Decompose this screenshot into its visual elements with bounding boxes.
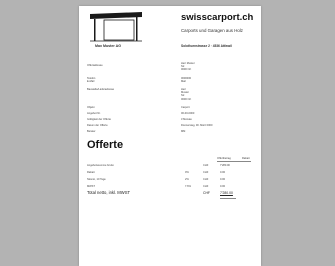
email-value: Mail <box>181 80 186 84</box>
customer-address: Herr Muster Str. 0000 Ort <box>181 62 195 72</box>
row-amount: 7'280.00 <box>220 164 230 167</box>
meta-label-object: Objekt <box>87 106 95 109</box>
customer-line: 0000 Ort <box>181 68 192 72</box>
row-label: Rabatt <box>87 171 95 174</box>
column-header-discount: Rabatt <box>242 157 250 160</box>
meta-label-validity: Gültigkeit der Offerte <box>87 118 111 121</box>
email-label: E-Mail <box>87 80 95 84</box>
page-title: Offerte <box>87 139 124 151</box>
delivery-address: Herr Muster Str. 0000 Ort <box>181 88 191 101</box>
meta-label-date: Datum der Offerte <box>87 124 108 127</box>
delivery-label: Baustelle/Lieferadresse <box>87 88 115 91</box>
row-rate: 7.6% <box>185 185 191 188</box>
brand-title: swisscarport.ch <box>181 12 254 23</box>
meta-value-validity: 3 Monate <box>181 118 192 121</box>
delivery-line: 0000 Ort <box>181 97 192 101</box>
meta-value-date: Donnerstag, 00. März 0000 <box>181 124 213 127</box>
meta-label-offer-number: Angebot Nr. <box>87 112 101 115</box>
meta-value-offer-number: 00-00-0000 <box>181 112 195 115</box>
row-amount: 0.00 <box>220 178 226 181</box>
document-page: Max Muster AG swisscarport.ch Carports u… <box>79 6 261 266</box>
company-name: Max Muster AG <box>95 44 122 48</box>
brand-tagline: Carports und Garagen aus Holz <box>181 28 243 33</box>
column-header-amount: Offertbetrag <box>217 157 231 160</box>
row-rate: 2% <box>185 178 189 181</box>
row-rate: 0% <box>185 171 189 174</box>
row-amount: 0.00 <box>220 171 226 174</box>
row-currency: CHF <box>203 171 209 174</box>
row-label: Angebotssumme brutto <box>87 164 114 167</box>
company-address: Solothurnstrasse 2 · 4536 Attiswil <box>181 44 232 48</box>
contact-labels: Telefon E-Mail <box>87 77 95 83</box>
total-currency: CHF <box>203 191 210 195</box>
meta-value-object: Carport <box>181 106 190 109</box>
customer-label: Offertadresse <box>87 64 103 67</box>
row-currency: CHF <box>203 185 209 188</box>
row-currency: CHF <box>203 178 209 181</box>
contact-values: 0000000 Mail <box>181 77 191 83</box>
meta-label-advisor: Berater <box>87 130 96 133</box>
header-divider <box>217 161 251 162</box>
row-label: MWST <box>87 185 95 188</box>
carport-logo-icon <box>90 12 142 42</box>
row-label: Skonto, 10 Tage <box>87 178 106 181</box>
meta-value-advisor: MM <box>181 130 186 133</box>
row-currency: CHF <box>203 164 209 167</box>
row-amount: 0.00 <box>220 185 226 188</box>
total-double-underline <box>220 197 236 198</box>
total-amount: 7'280.00 <box>220 191 233 195</box>
total-label: Total netto, inkl. MWST <box>87 190 131 195</box>
